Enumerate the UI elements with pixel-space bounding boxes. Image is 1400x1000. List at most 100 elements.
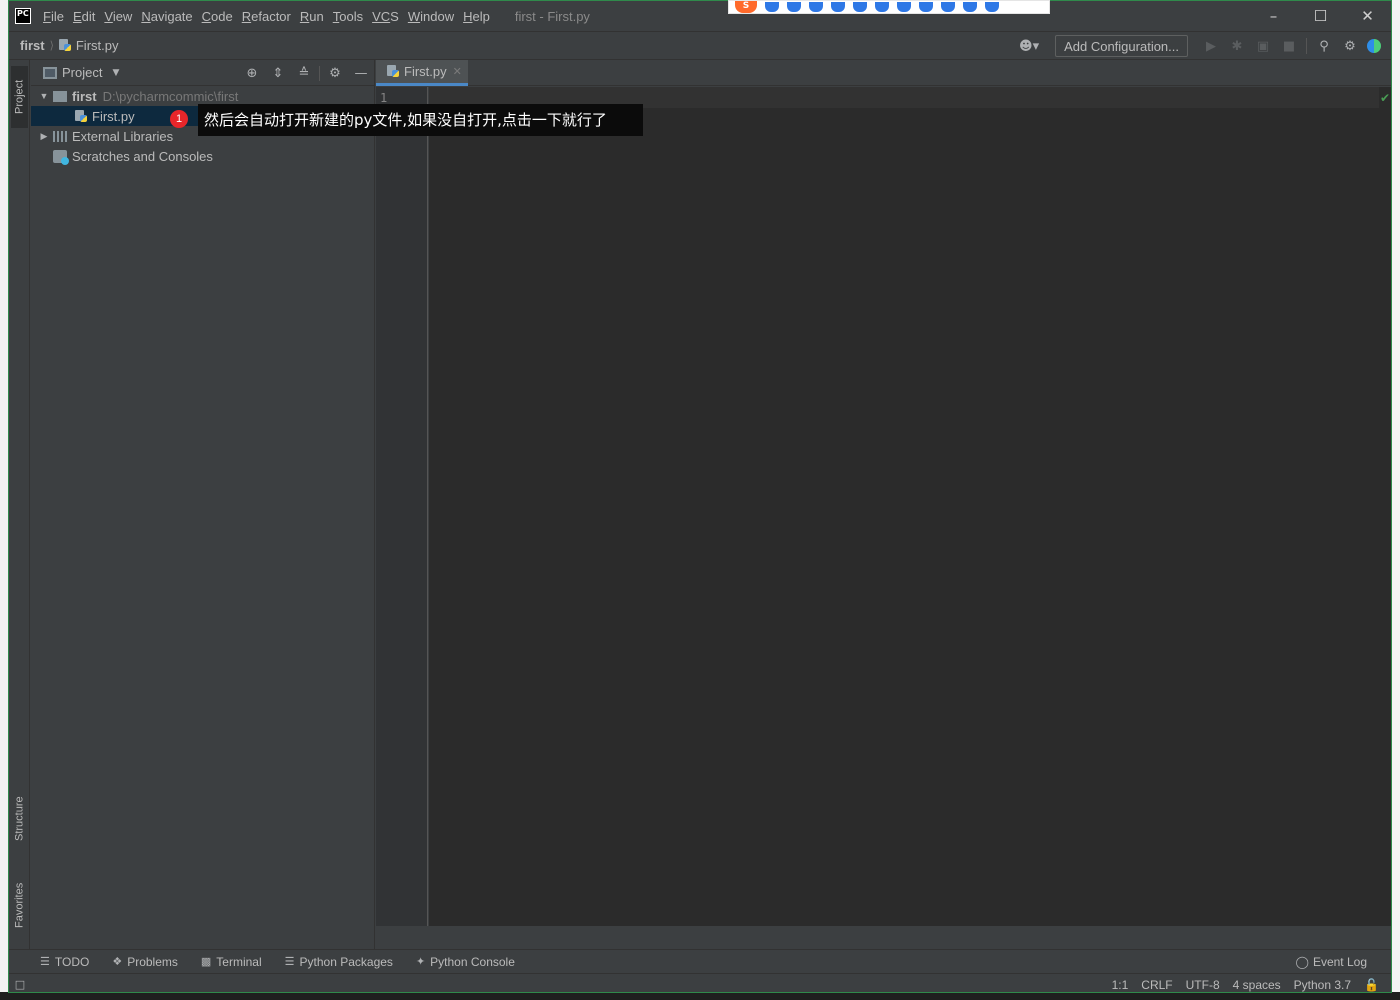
- minimize-button[interactable]: –: [1250, 1, 1297, 31]
- ime-keyboard-icon[interactable]: [853, 2, 867, 12]
- background-page-right: [1392, 0, 1400, 1000]
- menu-item-mnemonic: W: [407, 8, 421, 24]
- menu-item-0[interactable]: File: [43, 9, 64, 24]
- ime-fullwidth-icon[interactable]: [919, 2, 933, 12]
- problems-label: Problems: [127, 954, 178, 969]
- project-view-selector[interactable]: Project: [62, 65, 102, 80]
- menu-item-mnemonic: N: [141, 8, 151, 24]
- chevron-down-icon[interactable]: ▼: [112, 68, 119, 78]
- collapse-all-icon[interactable]: ≙: [291, 66, 317, 81]
- coverage-icon[interactable]: ▣: [1250, 39, 1276, 54]
- editor-tab-first-py[interactable]: First.py ✕: [376, 60, 468, 86]
- breadcrumb-project[interactable]: first: [20, 38, 45, 53]
- caret-position[interactable]: 1:1: [1112, 978, 1129, 992]
- expand-all-icon[interactable]: ⇕: [265, 66, 291, 81]
- ime-emoji-icon[interactable]: [809, 2, 823, 12]
- ime-punctuation-icon[interactable]: [787, 2, 801, 12]
- tree-item-root[interactable]: ▼ first D:\pycharmcommic\first: [31, 86, 374, 106]
- menu-item-label: efactor: [251, 8, 291, 24]
- maximize-button[interactable]: ☐: [1297, 1, 1344, 31]
- structure-tool-tab[interactable]: Structure: [11, 782, 28, 856]
- project-tool-tab-label: Project: [13, 79, 26, 115]
- menu-item-mnemonic: F: [43, 8, 51, 24]
- indent-setting[interactable]: 4 spaces: [1233, 978, 1281, 992]
- line-separator[interactable]: CRLF: [1141, 978, 1172, 992]
- menu-bar: File Edit View Navigate Code Refactor Run Tools…: [43, 9, 499, 24]
- python-console-tool-button[interactable]: ✦ Python Console: [416, 955, 515, 969]
- tree-scratches-label: Scratches and Consoles: [72, 148, 213, 164]
- menu-item-4[interactable]: Code: [202, 9, 233, 24]
- close-icon[interactable]: ✕: [453, 65, 462, 78]
- menu-item-9[interactable]: Window: [408, 9, 454, 24]
- ime-simplified-icon[interactable]: [941, 2, 955, 12]
- editor-tab-bar: First.py ✕: [376, 60, 1391, 86]
- problems-tool-button[interactable]: ❖ Problems: [112, 955, 178, 969]
- event-log-label: Event Log: [1312, 955, 1367, 969]
- favorites-tool-tab[interactable]: Favorites: [11, 868, 28, 943]
- code-with-me-icon[interactable]: [1367, 39, 1381, 53]
- terminal-tool-button[interactable]: ▩ Terminal: [201, 955, 262, 969]
- menu-item-label: un: [309, 8, 324, 24]
- ime-voice-icon[interactable]: [831, 2, 845, 12]
- lock-icon[interactable]: 🔓: [1364, 978, 1379, 992]
- menu-item-mnemonic: E: [72, 8, 82, 24]
- locate-file-icon[interactable]: ⊕: [239, 66, 265, 81]
- run-icon[interactable]: ▶: [1198, 39, 1224, 54]
- window-title: first - First.py: [514, 8, 590, 24]
- add-configuration-button[interactable]: Add Configuration...: [1055, 35, 1188, 57]
- menu-item-label: avigate: [150, 8, 193, 24]
- menu-item-label: indow: [420, 8, 455, 24]
- menu-item-5[interactable]: Refactor: [242, 9, 291, 24]
- library-icon: [53, 130, 68, 142]
- search-icon[interactable]: ⚲: [1311, 39, 1337, 54]
- toggle-tool-windows-icon[interactable]: □: [9, 978, 31, 991]
- file-encoding[interactable]: UTF-8: [1186, 978, 1220, 992]
- python-packages-tool-button[interactable]: ☰ Python Packages: [285, 955, 393, 969]
- debug-icon[interactable]: ✱: [1224, 39, 1250, 54]
- gear-icon[interactable]: ⚙: [322, 66, 348, 81]
- menu-item-mnemonic: R: [299, 8, 310, 24]
- menu-item-label: dit: [81, 8, 96, 24]
- todo-tool-button[interactable]: ☰ TODO: [40, 955, 89, 969]
- tree-item-scratches[interactable]: Scratches and Consoles: [31, 146, 374, 166]
- gear-icon[interactable]: ⚙: [1337, 39, 1363, 54]
- title-bar: PC File Edit View Navigate Code Refactor Run To…: [9, 1, 1391, 31]
- event-log-icon: ◯: [1295, 955, 1309, 969]
- menu-item-2[interactable]: View: [104, 9, 132, 24]
- editor-bottom-spacer: [376, 926, 1391, 949]
- ime-mode-icon[interactable]: [765, 2, 779, 12]
- editor-gutter: 1: [376, 87, 428, 926]
- menu-item-3[interactable]: Navigate: [141, 9, 192, 24]
- status-widgets: 1:1 CRLF UTF-8 4 spaces Python 3.7 🔓: [1099, 974, 1379, 992]
- menu-item-label: ools: [339, 8, 364, 24]
- event-log-tool-button[interactable]: ◯ Event Log: [1296, 950, 1367, 974]
- chevron-down-icon[interactable]: ▼: [38, 91, 50, 101]
- ime-toolbar: S: [728, 0, 1050, 14]
- ime-tools-icon[interactable]: [897, 2, 911, 12]
- menu-item-6[interactable]: Run: [300, 9, 324, 24]
- tree-file-label: First.py: [92, 108, 135, 124]
- python-interpreter[interactable]: Python 3.7: [1294, 978, 1351, 992]
- menu-item-1[interactable]: Edit: [73, 9, 95, 24]
- menu-item-label: elp: [472, 8, 490, 24]
- project-tool-tab[interactable]: Project: [11, 66, 28, 128]
- hide-panel-icon[interactable]: —: [348, 66, 374, 81]
- ime-menu-icon[interactable]: [985, 2, 999, 12]
- menu-item-10[interactable]: Help: [463, 9, 490, 24]
- favorites-tool-tab-label: Favorites: [13, 882, 26, 929]
- ime-logo-icon: S: [735, 1, 757, 13]
- code-editor[interactable]: [429, 87, 1379, 926]
- menu-item-8[interactable]: VCS: [372, 9, 399, 24]
- background-taskbar: [0, 992, 1400, 1000]
- project-panel: Project ▼ ⊕ ⇕ ≙ ⚙ — ▼ first D:\pycharmco…: [31, 60, 375, 949]
- search-icon[interactable]: [963, 2, 977, 12]
- inspection-ok-icon[interactable]: ✔: [1380, 91, 1390, 105]
- stop-icon[interactable]: ■: [1276, 39, 1302, 54]
- close-window-button[interactable]: ✕: [1344, 1, 1391, 31]
- ime-skin-icon[interactable]: [875, 2, 889, 12]
- breadcrumb-file[interactable]: First.py: [76, 38, 119, 53]
- menu-item-label: iew: [112, 8, 133, 24]
- menu-item-7[interactable]: Tools: [333, 9, 363, 24]
- chevron-right-icon[interactable]: ▶: [38, 131, 50, 142]
- user-icon[interactable]: ☻▾: [1019, 39, 1039, 54]
